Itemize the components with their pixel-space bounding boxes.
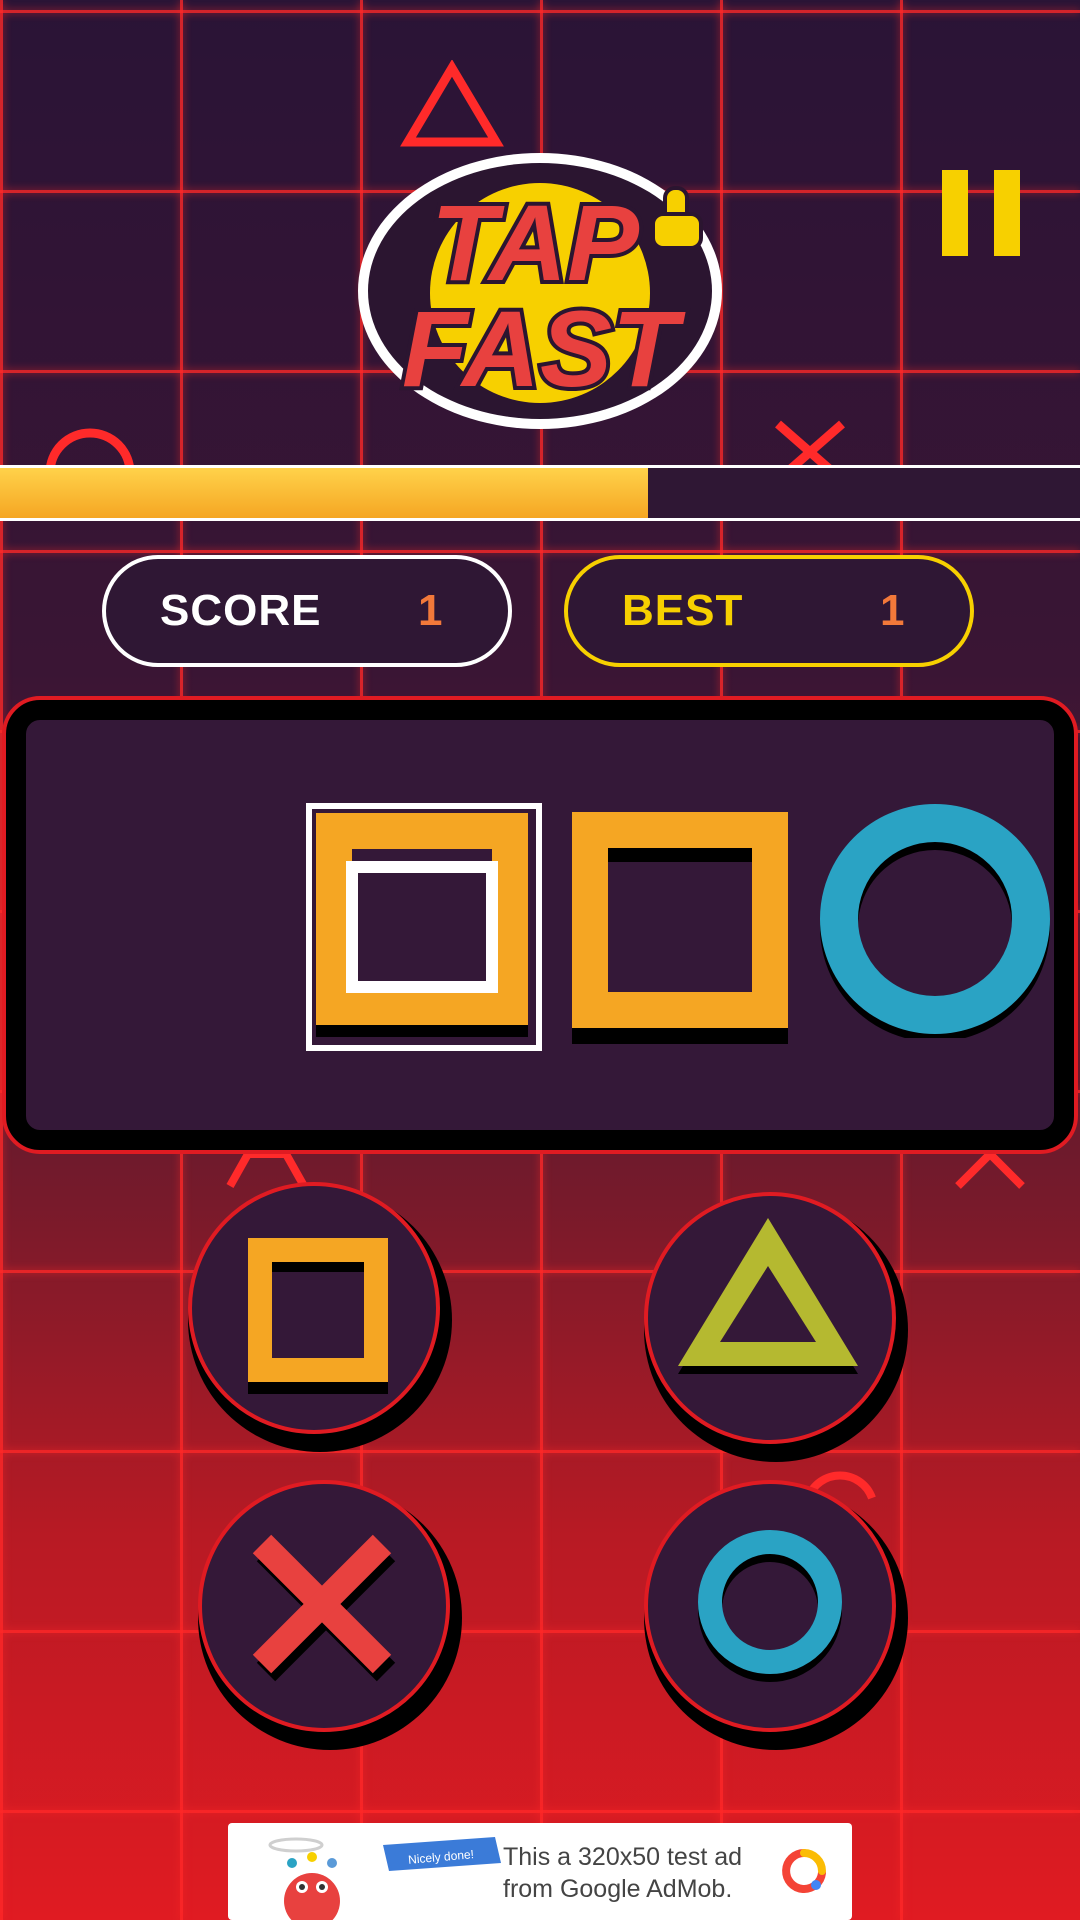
score-label: SCORE	[160, 586, 322, 635]
triangle-button[interactable]	[644, 1192, 896, 1444]
timer-progress-bar	[0, 465, 1080, 521]
admob-logo-icon	[782, 1849, 826, 1893]
bg-cross-icon	[775, 420, 845, 465]
square-button[interactable]	[188, 1182, 440, 1434]
sequence-item-current	[306, 803, 542, 1051]
ad-text: This a 320x50 test ad from Google AdMob.	[503, 1843, 743, 1903]
logo-line1: TAP	[431, 182, 640, 303]
score-pill: SCORE 1	[102, 555, 512, 667]
circle-button[interactable]	[644, 1480, 896, 1732]
pause-bar-right	[994, 170, 1020, 256]
sequence-item-circle-icon	[820, 804, 1050, 1038]
best-pill: BEST 1	[564, 555, 974, 667]
cross-button[interactable]	[198, 1480, 450, 1732]
best-value: 1	[880, 586, 905, 635]
admob-test-ad-banner[interactable]: Nicely done! This a 320x50 test ad from …	[228, 1823, 852, 1920]
pause-button[interactable]	[942, 170, 1020, 256]
ad-badge: Nicely done!	[383, 1837, 501, 1871]
score-value: 1	[418, 586, 443, 635]
ad-mascot-icon	[268, 1837, 340, 1920]
timer-progress-fill	[0, 468, 648, 518]
bg-triangle-icon	[400, 60, 504, 147]
sequence-item-square-icon	[572, 812, 788, 1044]
bg-cross-icon-2	[955, 1151, 1025, 1189]
pause-bar-left	[942, 170, 968, 256]
tap-fast-logo: TAP FAST	[345, 148, 730, 433]
logo-line2: FAST	[402, 288, 686, 409]
best-label: BEST	[622, 586, 744, 635]
